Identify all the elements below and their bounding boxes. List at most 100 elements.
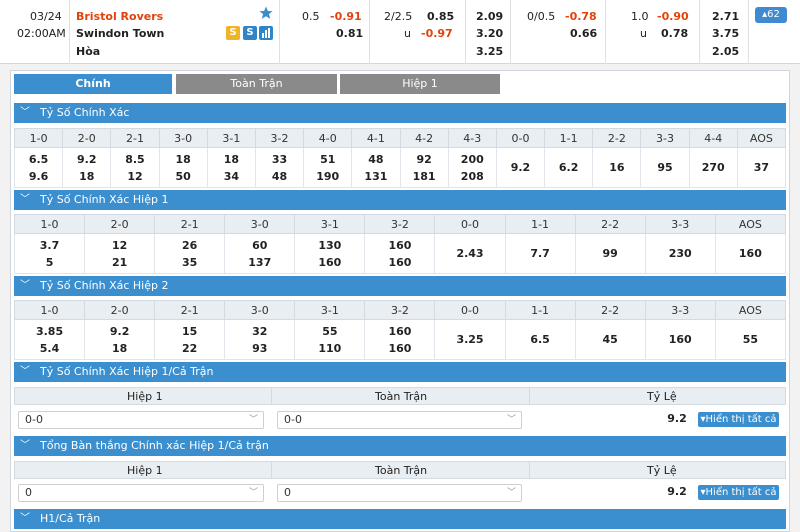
score-odds-cell[interactable]: 55 — [714, 319, 787, 360]
score-odds-cell[interactable]: 9.2 18 — [84, 319, 156, 360]
home-odds-value: 18 — [223, 152, 239, 166]
score-odds-cell[interactable]: 26 35 — [154, 233, 226, 274]
home-odds-value: 15 — [182, 324, 198, 338]
score-odds-cell[interactable]: 3.85 5.4 — [13, 319, 86, 360]
home-odds-value: 160 — [668, 333, 692, 346]
score-odds-cell[interactable]: 160 160 — [364, 319, 436, 360]
score-column-header: 3-3 — [640, 128, 690, 148]
tab-first-half[interactable]: Hiệp 1 — [340, 74, 500, 94]
score-odds-cell[interactable]: 6.2 — [544, 147, 594, 188]
section-header-exact-total-goals[interactable]: ﹀ Tổng Bàn thắng Chính xác Hiệp 1/Cả trậ… — [14, 436, 786, 456]
h1-x12-away-odds[interactable]: 3.75 — [712, 27, 739, 41]
score-odds-cell[interactable]: 60 137 — [224, 233, 296, 274]
score-odds-cell[interactable]: 160 — [714, 233, 787, 274]
show-all-button[interactable]: ▾Hiển thị tất cả — [698, 412, 779, 427]
score-odds-cell[interactable]: 51 190 — [303, 147, 353, 188]
score-odds-cell[interactable]: 6.5 9.6 — [13, 147, 64, 188]
htft-ratio[interactable]: 9.2 — [654, 412, 700, 425]
score-column-header: 2-2 — [592, 128, 642, 148]
score-odds-cell[interactable]: 6.5 — [504, 319, 576, 360]
score-column-header: 1-0 — [13, 300, 86, 320]
score-odds-cell[interactable]: 18 34 — [206, 147, 256, 188]
score-odds-cell[interactable]: 9.2 — [495, 147, 546, 188]
home-odds-value: 16 — [609, 161, 625, 174]
divider — [369, 0, 370, 64]
score-odds-cell[interactable]: 48 131 — [351, 147, 401, 188]
section-header-h1-full[interactable]: ﹀ H1/Cả Trận — [14, 509, 786, 529]
score-odds-cell[interactable]: 8.5 12 — [110, 147, 160, 188]
more-markets-button[interactable]: ▴62 — [755, 7, 787, 23]
correct-score-h1-table: 1-0 2-0 2-1 3-0 3-1 3-2 0-0 1-1 2-2 3-3 AOS 3.7 5 12… — [13, 214, 787, 274]
score-odds-cell[interactable]: 270 — [688, 147, 738, 188]
score-odds-cell[interactable]: 160 — [644, 319, 716, 360]
score-odds-cell[interactable]: 99 — [574, 233, 646, 274]
score-column-header: 1-0 — [13, 128, 64, 148]
section-header-correct-score-h2[interactable]: ﹀ Tỷ Số Chính Xác Hiệp 2 — [14, 276, 786, 296]
first-half-goals-select[interactable]: 0 ﹀ — [18, 484, 264, 502]
section-header-htft-score[interactable]: ﹀ Tỷ Số Chính Xác Hiệp 1/Cả Trận — [14, 362, 786, 382]
home-team[interactable]: Bristol Rovers — [76, 10, 163, 24]
x12-away-odds[interactable]: 3.20 — [476, 27, 503, 41]
h1-x12-home-odds[interactable]: 2.71 — [712, 10, 739, 24]
x12-draw-odds[interactable]: 3.25 — [476, 45, 503, 59]
ou-under-odds[interactable]: -0.97 — [421, 27, 453, 41]
away-odds-value: 160 — [318, 255, 342, 269]
score-odds-cell[interactable]: 160 160 — [364, 233, 436, 274]
tab-full-time[interactable]: Toàn Trận — [176, 74, 337, 94]
chevron-down-icon: ﹀ — [506, 488, 516, 498]
score-odds-cell[interactable]: 200 208 — [447, 147, 497, 188]
score-odds-cell[interactable]: 12 21 — [84, 233, 156, 274]
section-header-correct-score-h1[interactable]: ﹀ Tỷ Số Chính Xác Hiệp 1 — [14, 190, 786, 210]
h1-ou-over-odds[interactable]: -0.90 — [657, 10, 689, 24]
score-odds-cell[interactable]: 92 181 — [399, 147, 449, 188]
totals-ratio[interactable]: 9.2 — [654, 485, 700, 498]
home-odds-value: 160 — [388, 324, 412, 338]
away-odds-value: 18 — [79, 169, 95, 183]
h1-hdp-away-odds[interactable]: 0.66 — [570, 27, 597, 41]
hdp-away-odds[interactable]: 0.81 — [336, 27, 363, 41]
score-odds-cell[interactable]: 18 50 — [158, 147, 208, 188]
h1-x12-draw-odds[interactable]: 2.05 — [712, 45, 739, 59]
score-odds-cell[interactable]: 3.25 — [434, 319, 506, 360]
chart-icon[interactable] — [259, 26, 273, 40]
score-odds-cell[interactable]: 32 93 — [224, 319, 296, 360]
score-odds-cell[interactable]: 15 22 — [154, 319, 226, 360]
score-odds-cell[interactable]: 16 — [592, 147, 642, 188]
first-half-score-select[interactable]: 0-0 ﹀ — [18, 411, 264, 429]
score-column-header: 1-1 — [504, 300, 576, 320]
score-odds-cell[interactable]: 37 — [736, 147, 787, 188]
score-column-header: 2-1 — [154, 300, 226, 320]
score-odds-cell[interactable]: 7.7 — [504, 233, 576, 274]
stats-s-icon[interactable]: S — [243, 26, 257, 40]
full-time-goals-select[interactable]: 0 ﹀ — [277, 484, 522, 502]
score-column-header: 0-0 — [434, 300, 506, 320]
show-all-button[interactable]: ▾Hiển thị tất cả — [698, 485, 779, 500]
home-odds-value: 9.2 — [109, 324, 130, 338]
score-odds-cell[interactable]: 55 110 — [294, 319, 366, 360]
hdp-home-odds[interactable]: -0.91 — [330, 10, 362, 24]
score-column-header: 2-2 — [574, 300, 646, 320]
score-odds-cell[interactable]: 45 — [574, 319, 646, 360]
x12-home-odds[interactable]: 2.09 — [476, 10, 503, 24]
score-column-header: 3-0 — [224, 300, 296, 320]
score-odds-cell[interactable]: 130 160 — [294, 233, 366, 274]
ou-over-odds[interactable]: 0.85 — [427, 10, 454, 24]
tab-main[interactable]: Chính — [14, 74, 172, 94]
score-odds-cell[interactable]: 2.43 — [434, 233, 506, 274]
h1-ou-under-odds[interactable]: 0.78 — [661, 27, 688, 41]
score-odds-cell[interactable]: 95 — [640, 147, 690, 188]
away-team[interactable]: Swindon Town — [76, 27, 164, 41]
h1-hdp-home-odds[interactable]: -0.78 — [565, 10, 597, 24]
score-column-header: 1-1 — [544, 128, 594, 148]
score-odds-cell[interactable]: 230 — [644, 233, 716, 274]
coin-icon[interactable]: S — [226, 26, 240, 40]
score-odds-cell[interactable]: 3.7 5 — [13, 233, 86, 274]
favorite-star-icon[interactable] — [259, 6, 273, 20]
away-odds-value: 34 — [223, 169, 239, 183]
home-odds-value: 55 — [322, 324, 338, 338]
h1-ou-under-label: u — [640, 27, 647, 40]
score-odds-cell[interactable]: 33 48 — [254, 147, 305, 188]
section-header-correct-score[interactable]: ﹀ Tỷ Số Chính Xác — [14, 103, 786, 123]
score-odds-cell[interactable]: 9.2 18 — [62, 147, 112, 188]
full-time-score-select[interactable]: 0-0 ﹀ — [277, 411, 522, 429]
